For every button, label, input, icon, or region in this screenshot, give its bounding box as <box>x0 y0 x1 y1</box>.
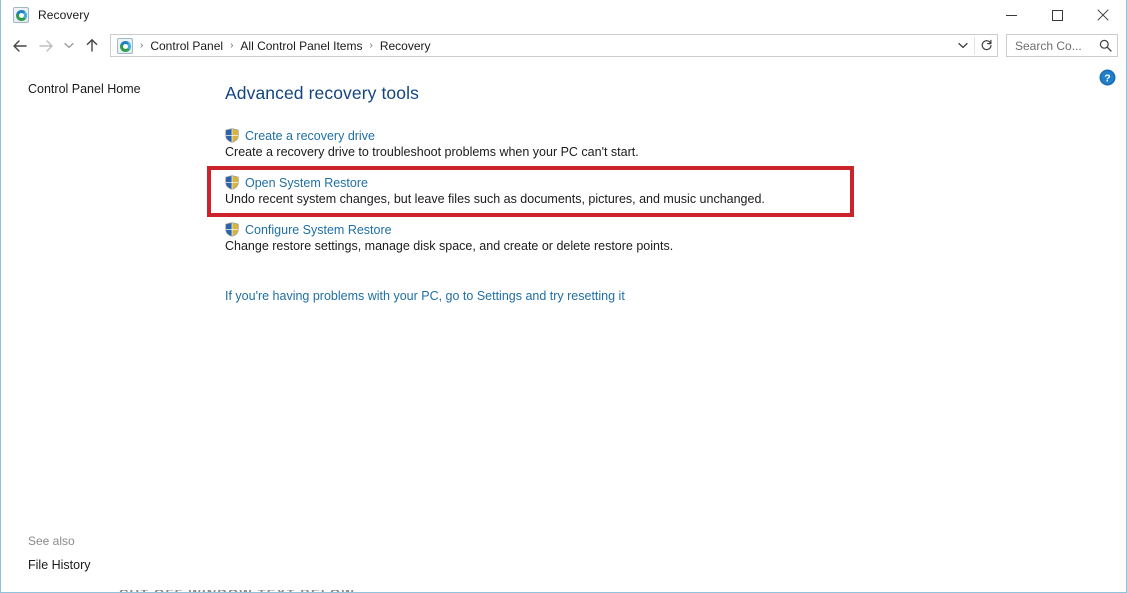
search-icon[interactable] <box>1093 39 1117 52</box>
refresh-icon[interactable] <box>975 35 997 56</box>
page-title: Advanced recovery tools <box>225 83 419 103</box>
tool-description-create-recovery-drive: Create a recovery drive to troubleshoot … <box>225 145 639 159</box>
uac-shield-icon <box>225 128 239 143</box>
reset-pc-settings-link[interactable]: If you're having problems with your PC, … <box>225 289 625 303</box>
minimize-button[interactable] <box>988 0 1034 30</box>
tool-link-row[interactable]: Open System Restore <box>225 175 1126 190</box>
sidebar-item-file-history[interactable]: File History <box>28 558 91 572</box>
tool-link-create-recovery-drive[interactable]: Create a recovery drive <box>245 129 375 143</box>
breadcrumb-separator: › <box>230 40 234 51</box>
forward-button[interactable] <box>33 33 59 59</box>
close-button[interactable] <box>1080 0 1126 30</box>
breadcrumb-item-recovery[interactable]: Recovery <box>376 37 435 55</box>
address-bar[interactable]: › Control Panel › All Control Panel Item… <box>110 34 998 57</box>
breadcrumb-separator: › <box>140 40 144 51</box>
svg-text:?: ? <box>1104 72 1110 84</box>
breadcrumb-separator: › <box>369 40 373 51</box>
recent-locations-chevron-down-icon[interactable] <box>59 33 79 59</box>
tool-group-create-recovery-drive: Create a recovery drive Create a recover… <box>225 128 1126 159</box>
window-controls <box>988 0 1126 30</box>
uac-shield-icon <box>225 222 239 237</box>
window-title: Recovery <box>38 8 90 22</box>
title-bar-left: Recovery <box>1 7 988 23</box>
control-panel-icon <box>13 7 29 23</box>
see-also-section: See also File History <box>28 534 91 572</box>
maximize-button[interactable] <box>1034 0 1080 30</box>
recovery-window: Recovery › Control Panel › All Control P… <box>0 0 1127 593</box>
up-button[interactable] <box>79 33 105 59</box>
tool-link-row[interactable]: Configure System Restore <box>225 222 1126 237</box>
sidebar: Control Panel Home See also File History <box>1 61 209 592</box>
search-input[interactable]: Search Co... <box>1007 39 1093 53</box>
tool-group-configure-system-restore: Configure System Restore Change restore … <box>225 222 1126 253</box>
breadcrumb-item-control-panel[interactable]: Control Panel <box>146 37 227 55</box>
breadcrumb: › Control Panel › All Control Panel Item… <box>111 37 952 55</box>
main-pane: ? Advanced recovery tools Create a recov… <box>209 61 1126 592</box>
back-button[interactable] <box>7 33 33 59</box>
address-dropdown-chevron-down-icon[interactable] <box>952 35 974 56</box>
content-area: Control Panel Home See also File History… <box>1 61 1126 592</box>
tool-description-open-system-restore: Undo recent system changes, but leave fi… <box>225 192 765 206</box>
breadcrumb-item-all-control-panel-items[interactable]: All Control Panel Items <box>236 37 366 55</box>
breadcrumb-control-panel-icon <box>117 37 133 54</box>
tool-description-configure-system-restore: Change restore settings, manage disk spa… <box>225 239 674 253</box>
uac-shield-icon <box>225 175 239 190</box>
search-box[interactable]: Search Co... <box>1006 34 1118 57</box>
help-icon[interactable]: ? <box>1099 69 1116 86</box>
title-bar: Recovery <box>1 0 1126 30</box>
see-also-label: See also <box>28 534 75 548</box>
sidebar-item-control-panel-home[interactable]: Control Panel Home <box>28 82 209 96</box>
tool-link-configure-system-restore[interactable]: Configure System Restore <box>245 223 392 237</box>
tool-link-row[interactable]: Create a recovery drive <box>225 128 1126 143</box>
navigation-toolbar: › Control Panel › All Control Panel Item… <box>1 30 1126 61</box>
tool-link-open-system-restore[interactable]: Open System Restore <box>245 176 368 190</box>
tool-group-open-system-restore: Open System Restore Undo recent system c… <box>225 175 1126 206</box>
